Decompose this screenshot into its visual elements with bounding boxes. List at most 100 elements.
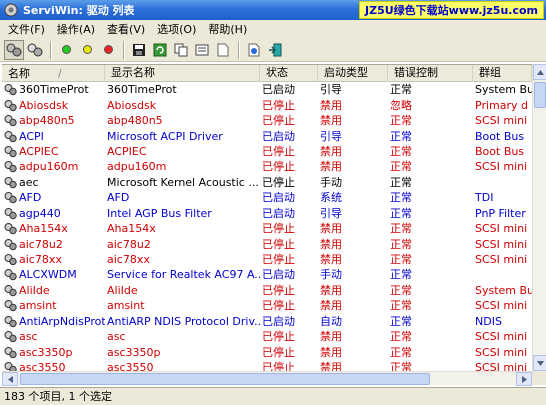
menu-view[interactable]: 查看(V): [101, 21, 151, 37]
cell-start-type: 禁用: [320, 160, 342, 174]
table-row[interactable]: AliIde AliIde 已停止 禁用 正常 System Bu: [2, 283, 532, 298]
cell-start-type: 禁用: [320, 345, 342, 359]
cell-display-name: aic78xx: [107, 253, 150, 267]
table-row[interactable]: AntiArpNdisProt AntiARP NDIS Protocol Dri…: [2, 314, 532, 329]
cell-error-control: 正常: [390, 144, 412, 158]
save-button[interactable]: [129, 40, 149, 60]
driver-gear-icon: [4, 315, 17, 327]
cell-start-type: 手动: [320, 175, 342, 189]
column-header-name[interactable]: 名称 /: [2, 65, 105, 82]
cell-display-name: asc: [107, 330, 126, 344]
cell-name: AliIde: [2, 283, 105, 298]
table-row[interactable]: aic78u2 aic78u2 已停止 禁用 正常 SCSI mini: [2, 236, 532, 251]
cell-name: 360TimeProt: [2, 82, 105, 97]
cell-group: PnP Filter: [475, 206, 526, 220]
html-report-button[interactable]: [244, 40, 264, 60]
table-row[interactable]: abp480n5 abp480n5 已停止 禁用 正常 SCSI mini: [2, 113, 532, 128]
scroll-up-button[interactable]: [533, 64, 546, 80]
cell-name: ACPIEC: [2, 144, 105, 159]
driver-gear-icon: [4, 300, 17, 312]
table-row[interactable]: asc3550 asc3550 已停止 禁用 正常 SCSI mini: [2, 360, 532, 371]
cell-start-type: 引导: [320, 129, 342, 143]
menu-options[interactable]: 选项(O): [151, 21, 202, 37]
column-header-group[interactable]: 群组: [473, 65, 532, 82]
vertical-scrollbar[interactable]: [532, 64, 546, 371]
menu-action[interactable]: 操作(A): [51, 21, 101, 37]
cell-display-name: Abiosdsk: [107, 98, 157, 112]
driver-list[interactable]: 名称 / 显示名称 状态 启动类型 错误控制 群组 360TimeProt 360…: [2, 64, 532, 371]
table-row[interactable]: asc3350p asc3350p 已停止 禁用 正常 SCSI mini: [2, 344, 532, 359]
driver-name-text: amsint: [19, 299, 57, 313]
menu-file[interactable]: 文件(F): [2, 21, 51, 37]
column-header-status[interactable]: 状态: [260, 65, 318, 82]
column-header-error-control[interactable]: 错误控制: [388, 65, 473, 82]
refresh-icon: [153, 43, 167, 56]
cell-error-control: 正常: [390, 283, 412, 297]
horizontal-scrollbar[interactable]: [2, 371, 532, 386]
table-row[interactable]: aic78xx aic78xx 已停止 禁用 正常 SCSI mini: [2, 252, 532, 267]
table-row[interactable]: adpu160m adpu160m 已停止 禁用 正常 SCSI mini: [2, 159, 532, 174]
services-view-button[interactable]: [25, 40, 45, 60]
table-row[interactable]: aec Microsoft Kernel Acoustic ... 已停止 手动 正常: [2, 175, 532, 190]
driver-name-text: Abiosdsk: [19, 98, 69, 112]
app-icon: [4, 3, 18, 17]
driver-name-text: Aha154x: [19, 222, 68, 236]
driver-name-text: ALCXWDM: [19, 268, 77, 282]
drivers-view-button[interactable]: [4, 39, 24, 60]
cell-start-type: 禁用: [320, 144, 342, 158]
table-row[interactable]: agp440 Intel AGP Bus Filter 已启动 引导 正常 PnP Fil…: [2, 206, 532, 221]
table-row[interactable]: ACPIEC ACPIEC 已停止 禁用 正常 Boot Bus: [2, 144, 532, 159]
cell-group: Primary d: [475, 98, 528, 112]
cell-name: asc3550: [2, 360, 105, 371]
menu-help[interactable]: 帮助(H): [202, 21, 253, 37]
table-row[interactable]: Abiosdsk Abiosdsk 已停止 禁用 忽略 Primary d: [2, 97, 532, 112]
watermark-banner: JZ5U绿色下载站www.jz5u.com: [359, 1, 544, 19]
cell-display-name: ACPIEC: [107, 144, 147, 158]
scroll-right-button[interactable]: [516, 372, 532, 386]
exit-button[interactable]: [265, 40, 285, 60]
cell-error-control: 正常: [390, 83, 412, 97]
column-header-start-type[interactable]: 启动类型: [318, 65, 388, 82]
title-bar[interactable]: ServiWin: 驱动 列表 JZ5U绿色下载站www.jz5u.com: [0, 0, 546, 20]
cell-error-control: 忽略: [390, 98, 412, 112]
table-row[interactable]: AFD AFD 已启动 系统 正常 TDI: [2, 190, 532, 205]
cell-status: 已启动: [262, 191, 295, 205]
driver-name-text: 360TimeProt: [19, 83, 89, 97]
table-row[interactable]: asc asc 已停止 禁用 正常 SCSI mini: [2, 329, 532, 344]
cell-name: ACPI: [2, 129, 105, 144]
pause-button[interactable]: [77, 40, 97, 60]
stop-button[interactable]: [98, 40, 118, 60]
driver-name-text: ACPIEC: [19, 144, 59, 158]
list-header: 名称 / 显示名称 状态 启动类型 错误控制 群组: [2, 65, 532, 82]
vertical-scroll-thumb[interactable]: [534, 82, 546, 108]
driver-gear-icon: [4, 331, 17, 343]
driver-gear-icon: [4, 223, 17, 235]
drivers-view-icon: [6, 43, 22, 56]
cell-name: AntiArpNdisProt: [2, 314, 105, 329]
driver-gear-icon: [4, 176, 17, 189]
horizontal-scroll-thumb[interactable]: [20, 373, 430, 385]
blank-page-button[interactable]: [213, 40, 233, 60]
scroll-up-icon: [536, 69, 544, 75]
copy-button[interactable]: [171, 40, 191, 60]
table-row[interactable]: ACPI Microsoft ACPI Driver 已启动 引导 正常 Boot Bus: [2, 128, 532, 143]
driver-name-text: aic78u2: [19, 237, 63, 251]
start-button[interactable]: [56, 40, 76, 60]
table-row[interactable]: 360TimeProt 360TimeProt 已启动 引导 正常 System Bu: [2, 82, 532, 97]
scroll-down-button[interactable]: [533, 355, 546, 371]
driver-gear-icon: [4, 115, 17, 127]
column-header-display-name[interactable]: 显示名称: [105, 65, 260, 82]
cell-group: SCSI mini: [475, 299, 528, 313]
driver-name-text: abp480n5: [19, 114, 75, 128]
driver-gear-icon: [4, 284, 17, 297]
pause-yellow-icon: [82, 45, 92, 54]
html-report-icon: [248, 43, 260, 56]
table-row[interactable]: amsint amsint 已停止 禁用 正常 SCSI mini: [2, 298, 532, 313]
table-row[interactable]: ALCXWDM Service for Realtek AC97 A... 已启动 手…: [2, 267, 532, 282]
cell-display-name: 360TimeProt: [107, 83, 177, 97]
refresh-button[interactable]: [150, 40, 170, 60]
properties-button[interactable]: [192, 40, 212, 60]
cell-display-name: abp480n5: [107, 114, 163, 128]
scroll-left-button[interactable]: [2, 372, 18, 386]
table-row[interactable]: Aha154x Aha154x 已停止 禁用 正常 SCSI mini: [2, 221, 532, 236]
